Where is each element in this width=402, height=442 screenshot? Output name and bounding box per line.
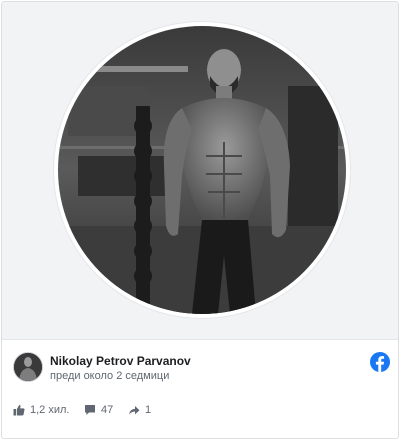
post-media[interactable] bbox=[2, 2, 398, 339]
like-count[interactable]: 1,2 хил. bbox=[13, 404, 69, 416]
profile-photo-image bbox=[58, 26, 346, 314]
profile-photo-frame bbox=[54, 22, 350, 318]
share-count-label: 1 bbox=[145, 404, 152, 416]
profile-photo[interactable] bbox=[58, 26, 346, 314]
avatar-image bbox=[14, 353, 42, 381]
thumbs-up-icon bbox=[13, 404, 25, 416]
author-name[interactable]: Nikolay Petrov Parvanov bbox=[50, 354, 191, 368]
share-count[interactable]: 1 bbox=[128, 404, 151, 416]
author-avatar[interactable] bbox=[13, 352, 43, 382]
facebook-post-card: Nikolay Petrov Parvanov преди около 2 се… bbox=[1, 1, 399, 439]
facebook-icon[interactable] bbox=[370, 352, 390, 372]
comment-count[interactable]: 47 bbox=[84, 404, 113, 416]
post-timestamp[interactable]: преди около 2 седмици bbox=[50, 370, 169, 382]
comment-count-label: 47 bbox=[101, 404, 114, 416]
share-arrow-icon bbox=[129, 406, 140, 415]
comment-bubble-icon bbox=[85, 405, 95, 415]
like-count-label: 1,2 хил. bbox=[30, 404, 70, 416]
post-header: Nikolay Petrov Parvanov преди около 2 се… bbox=[2, 340, 398, 390]
post-footer: 1,2 хил. 47 1 bbox=[2, 396, 398, 428]
